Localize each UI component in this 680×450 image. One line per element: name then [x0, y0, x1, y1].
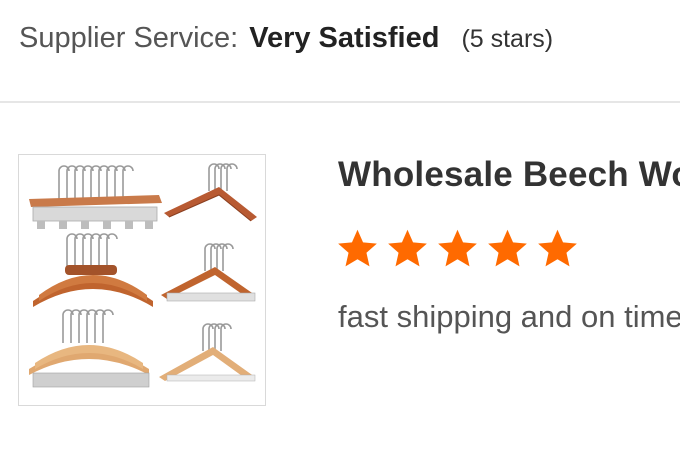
supplier-service-value: Very Satisfied: [249, 22, 440, 54]
star-icon: [338, 229, 377, 267]
star-icon: [388, 229, 427, 267]
hanger-group-bottom-right: [159, 323, 256, 382]
hanger-group-top-right: [164, 163, 257, 222]
rating-stars: [336, 227, 579, 270]
product-title[interactable]: Wholesale Beech Wooden Hangers: [338, 155, 680, 195]
hanger-group-top-left: [29, 165, 162, 229]
supplier-service-stars-text: (5 stars): [461, 25, 554, 53]
review-comment: fast shipping and on time delivery: [338, 299, 680, 334]
wooden-hangers-product-image: [29, 163, 257, 388]
supplier-service-label: Supplier Service:: [19, 22, 239, 54]
product-thumbnail[interactable]: [18, 154, 266, 406]
supplier-service-row: Supplier Service: Very Satisfied (5 star…: [19, 22, 553, 66]
hanger-group-middle-left: [33, 233, 153, 307]
hanger-group-middle-right: [161, 243, 256, 302]
star-icon: [438, 229, 477, 267]
hanger-group-bottom-left: [29, 309, 150, 388]
review-item: Wholesale Beech Wooden Hangers fast ship…: [0, 103, 680, 450]
star-icon: [488, 229, 527, 267]
star-icon: [538, 229, 577, 267]
